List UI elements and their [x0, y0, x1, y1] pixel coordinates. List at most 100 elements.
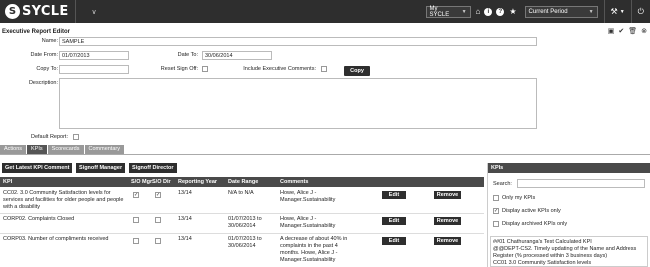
name-label: Name:: [41, 38, 58, 44]
period-dropdown[interactable]: Current Period ▼: [524, 5, 598, 18]
save-icon[interactable]: ▣: [608, 27, 615, 35]
copy-to-label: Copy To:: [36, 66, 58, 72]
sidebar-title: KPIs: [488, 163, 650, 173]
tab-bar: Actions KPIs Scorecards Commentary: [0, 145, 125, 154]
include-exec-comments-label: Include Executive Comments:: [243, 66, 316, 72]
divider: [0, 154, 650, 155]
page-title: Executive Report Editor: [2, 28, 71, 35]
kpi-sidebar: KPIs Search: Only my KPIs ✓ Display acti…: [487, 163, 650, 267]
comments: Howe, Alice J - Manager.Sustainability: [280, 190, 336, 203]
table-row: CC02. 3.0 Community Satisfaction levels …: [0, 189, 484, 214]
list-item[interactable]: @@DEPT-CS2. Timely updating of the Name …: [493, 246, 645, 260]
editor-header: Executive Report Editor ▣ ✔ 🗑 ⊗: [0, 27, 650, 36]
reporting-year: 13/14: [178, 190, 192, 196]
close-icon[interactable]: ⊗: [641, 27, 647, 35]
date-from-field[interactable]: 01/07/2013: [59, 51, 129, 60]
kpi-table-header: KPI S/O Mgr S/O Dir Reporting Year Date …: [0, 177, 484, 187]
date-to-label: Date To:: [177, 52, 198, 58]
col-header-kpi: KPI: [3, 179, 13, 185]
so-mgr-checkbox[interactable]: ✓: [133, 192, 139, 198]
so-dir-checkbox[interactable]: [155, 238, 161, 244]
chevron-down-icon: ▼: [588, 8, 594, 15]
app-logo[interactable]: S SYCLE: [0, 0, 76, 23]
period-label: Current Period: [528, 8, 568, 15]
only-my-kpis-label: Only my KPIs: [502, 195, 536, 201]
description-label: Description:: [28, 80, 58, 86]
edit-button[interactable]: Edit: [382, 217, 406, 225]
remove-button[interactable]: Remove: [434, 217, 461, 225]
signoff-manager-button[interactable]: Signoff Manager: [76, 163, 126, 173]
signoff-director-button[interactable]: Signoff Director: [129, 163, 177, 173]
description-textarea[interactable]: [59, 78, 537, 129]
remove-button[interactable]: Remove: [434, 237, 461, 245]
power-icon[interactable]: ⏻: [638, 7, 644, 17]
col-header-date-range: Date Range: [228, 179, 259, 185]
col-header-reporting-year: Reporting Year: [178, 179, 218, 185]
tab-commentary[interactable]: Commentary: [84, 145, 124, 154]
display-active-label: Display active KPIs only: [502, 208, 561, 214]
kpi-name[interactable]: CORP02. Complaints Closed: [3, 216, 127, 223]
display-archived-checkbox[interactable]: [493, 221, 499, 227]
get-latest-kpi-comment-button[interactable]: Get Latest KPI Comment: [2, 163, 73, 173]
so-mgr-checkbox[interactable]: [133, 238, 139, 244]
tab-kpis[interactable]: KPIs: [27, 145, 47, 154]
list-item[interactable]: ##01 Chathuranga's Test Calculated KPI: [493, 239, 645, 246]
edit-button[interactable]: Edit: [382, 237, 406, 245]
info-icon[interactable]: i: [484, 7, 493, 16]
chevron-down-icon[interactable]: ∨: [88, 8, 101, 16]
copy-to-field[interactable]: [59, 65, 129, 74]
tab-actions[interactable]: Actions: [0, 145, 27, 154]
kpi-list[interactable]: ##01 Chathuranga's Test Calculated KPI @…: [490, 236, 648, 267]
date-range: N/A to N/A: [228, 190, 254, 196]
tab-scorecards[interactable]: Scorecards: [47, 145, 84, 154]
default-report-checkbox[interactable]: [73, 134, 79, 140]
date-from-label: Date From:: [30, 52, 58, 58]
reporting-year: 13/14: [178, 236, 192, 242]
display-archived-label: Display archived KPIs only: [502, 221, 568, 227]
date-to-field[interactable]: 30/06/2014: [202, 51, 272, 60]
name-field[interactable]: SAMPLE: [59, 37, 537, 46]
table-row: CORP02. Complaints Closed 13/14 01/07/20…: [0, 215, 484, 234]
divider: [603, 0, 605, 23]
reset-signoff-label: Reset Sign Off:: [160, 66, 198, 72]
so-mgr-checkbox[interactable]: [133, 217, 139, 223]
copy-button[interactable]: Copy: [344, 66, 370, 76]
help-icon[interactable]: ?: [496, 7, 505, 16]
only-my-kpis-checkbox[interactable]: [493, 195, 499, 201]
reporting-year: 13/14: [178, 216, 192, 222]
col-header-comments: Comments: [280, 179, 309, 185]
search-label: Search:: [493, 181, 512, 187]
date-range: 01/07/2013 to 30/06/2014: [228, 236, 262, 249]
delete-icon[interactable]: 🗑: [628, 27, 637, 35]
list-item[interactable]: CC01 3.0 Community Satisfaction levels: [493, 260, 645, 266]
date-range: 01/07/2013 to 30/06/2014: [228, 216, 262, 229]
so-dir-checkbox[interactable]: ✓: [155, 192, 161, 198]
search-input[interactable]: [517, 179, 645, 188]
reset-signoff-checkbox[interactable]: [202, 66, 208, 72]
kpi-name[interactable]: CORP03. Number of compliments received: [3, 236, 127, 243]
edit-button[interactable]: Edit: [382, 191, 406, 199]
approve-icon[interactable]: ✔: [618, 27, 624, 35]
kpi-name[interactable]: CC02. 3.0 Community Satisfaction levels …: [3, 190, 127, 211]
chevron-down-icon: ▼: [461, 8, 467, 15]
display-active-checkbox[interactable]: ✓: [493, 208, 499, 214]
col-header-so-dir: S/O Dir: [152, 179, 171, 185]
default-report-label: Default Report:: [31, 134, 68, 140]
home-icon[interactable]: ⌂: [476, 7, 481, 16]
include-exec-comments-checkbox[interactable]: [321, 66, 327, 72]
comments: Howe, Alice J - Manager.Sustainability: [280, 216, 336, 229]
my-sycle-label: My SYCLE: [429, 5, 450, 18]
table-row: CORP03. Number of compliments received 1…: [0, 235, 484, 267]
star-icon[interactable]: ★: [509, 7, 516, 16]
col-header-so-mgr: S/O Mgr: [131, 179, 153, 185]
logo-mark: S: [5, 4, 20, 19]
so-dir-checkbox[interactable]: [155, 217, 161, 223]
logo-text: SYCLE: [22, 4, 69, 19]
comments: A decrease of about 40% in complaints in…: [280, 236, 348, 263]
my-sycle-dropdown[interactable]: My SYCLE ▼: [425, 5, 471, 18]
wrench-icon[interactable]: ⚒: [611, 7, 618, 16]
top-bar: S SYCLE ∨ My SYCLE ▼ ⌂ i ? ★ Current Per…: [0, 0, 650, 23]
remove-button[interactable]: Remove: [434, 191, 461, 199]
chevron-down-icon[interactable]: ▼: [620, 9, 625, 15]
divider: [630, 0, 632, 23]
